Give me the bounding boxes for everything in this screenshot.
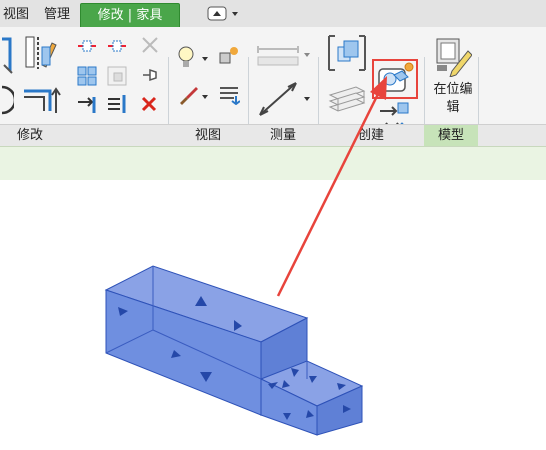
tab-view[interactable]: 视图 xyxy=(0,3,36,26)
furniture-3d-model[interactable] xyxy=(0,180,546,446)
mirror-pick-axis-icon[interactable] xyxy=(22,35,60,73)
inplace-edit-icon xyxy=(436,38,472,77)
delete-icon[interactable] xyxy=(140,95,158,113)
drawing-canvas[interactable] xyxy=(0,180,546,446)
panel-measure-label: 测量 xyxy=(269,128,296,143)
panel-view-label: 视图 xyxy=(194,128,221,143)
tab-overflow-icon xyxy=(207,6,238,21)
create-similar-highlight xyxy=(372,59,418,99)
aligned-dimension-disabled-icon xyxy=(257,46,299,66)
pin-disabled-icon xyxy=(142,37,158,53)
inplace-edit-button[interactable]: 在位编辑 xyxy=(428,33,478,123)
pin-icon[interactable] xyxy=(140,65,160,85)
brush-dropdown-caret[interactable] xyxy=(202,95,208,99)
measure-dropdown-caret[interactable] xyxy=(304,97,310,101)
paint-brush-icon[interactable] xyxy=(176,83,200,107)
split-element-icon[interactable] xyxy=(76,93,98,115)
create-group-icon[interactable] xyxy=(326,33,368,73)
panel-create-label: 创建 xyxy=(357,128,384,143)
align-icon[interactable] xyxy=(0,35,18,75)
override-graphics-icon[interactable] xyxy=(218,45,240,67)
move-icon[interactable] xyxy=(76,37,98,55)
trim-extend-icon[interactable] xyxy=(22,81,64,117)
copy-icon[interactable] xyxy=(106,37,128,55)
scale-disabled-icon xyxy=(107,66,127,86)
tab-overflow-dropdown[interactable] xyxy=(207,6,241,22)
tab-view-label: 视图 xyxy=(2,7,29,22)
options-bar xyxy=(0,146,546,181)
create-parts-icon[interactable] xyxy=(326,77,368,121)
tab-modify-family-label: 修改 | 家具 xyxy=(97,8,163,23)
measure-distance-icon[interactable] xyxy=(256,79,300,119)
hide-dropdown-caret[interactable] xyxy=(202,57,208,61)
panel-label-row: 修改 视图 测量 创建 模型 xyxy=(0,124,546,147)
dimension-dropdown-caret[interactable] xyxy=(304,53,310,57)
split-with-gap-icon[interactable] xyxy=(106,93,128,115)
inplace-edit-label: 在位编辑 xyxy=(433,82,473,115)
panel-model-label: 模型 xyxy=(424,125,478,147)
hide-element-icon[interactable] xyxy=(176,45,198,71)
array-icon[interactable] xyxy=(76,65,98,87)
rotate-icon[interactable] xyxy=(0,85,14,115)
linework-icon[interactable] xyxy=(218,83,240,105)
ribbon-tab-bar: 视图 管理 修改 | 家具 xyxy=(0,0,546,28)
tab-manage[interactable]: 管理 xyxy=(36,3,78,26)
tab-manage-label: 管理 xyxy=(43,7,70,22)
tab-modify-family[interactable]: 修改 | 家具 xyxy=(80,3,180,28)
panel-modify-label: 修改 xyxy=(16,128,43,143)
